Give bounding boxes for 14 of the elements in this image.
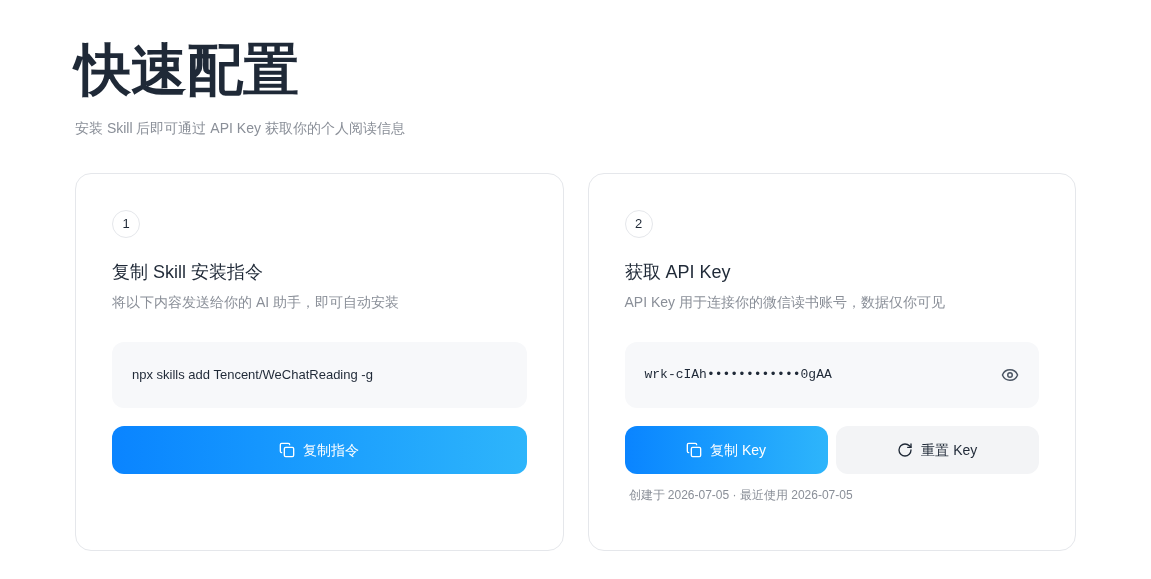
refresh-icon: [897, 442, 914, 458]
api-key-field[interactable]: wrk-cIAh••••••••••••0gAA: [624, 342, 1039, 408]
copy-icon: [279, 442, 296, 458]
card-description: API Key 用于连接你的微信读书账号，数据仅你可见: [624, 293, 946, 312]
card-description: 将以下内容发送给你的 AI 助手，即可自动安装: [112, 293, 400, 312]
eye-icon[interactable]: [1001, 366, 1019, 384]
card-heading: 复制 Skill 安装指令: [112, 261, 264, 284]
key-dates: 创建于 2026-07-05 · 最近使用 2026-07-05: [627, 487, 854, 504]
command-text: npx skills add Tencent/WeChatReading -g: [132, 366, 373, 385]
reset-button[interactable]: 重置 Key: [835, 426, 1039, 474]
page-subtitle: 安装 Skill 后即可通过 API Key 获取你的个人阅读信息: [75, 119, 406, 138]
copy-icon: [686, 442, 703, 458]
card-heading: 获取 API Key: [624, 261, 732, 284]
api-key-text: wrk-cIAh••••••••••••0gAA: [644, 366, 832, 385]
